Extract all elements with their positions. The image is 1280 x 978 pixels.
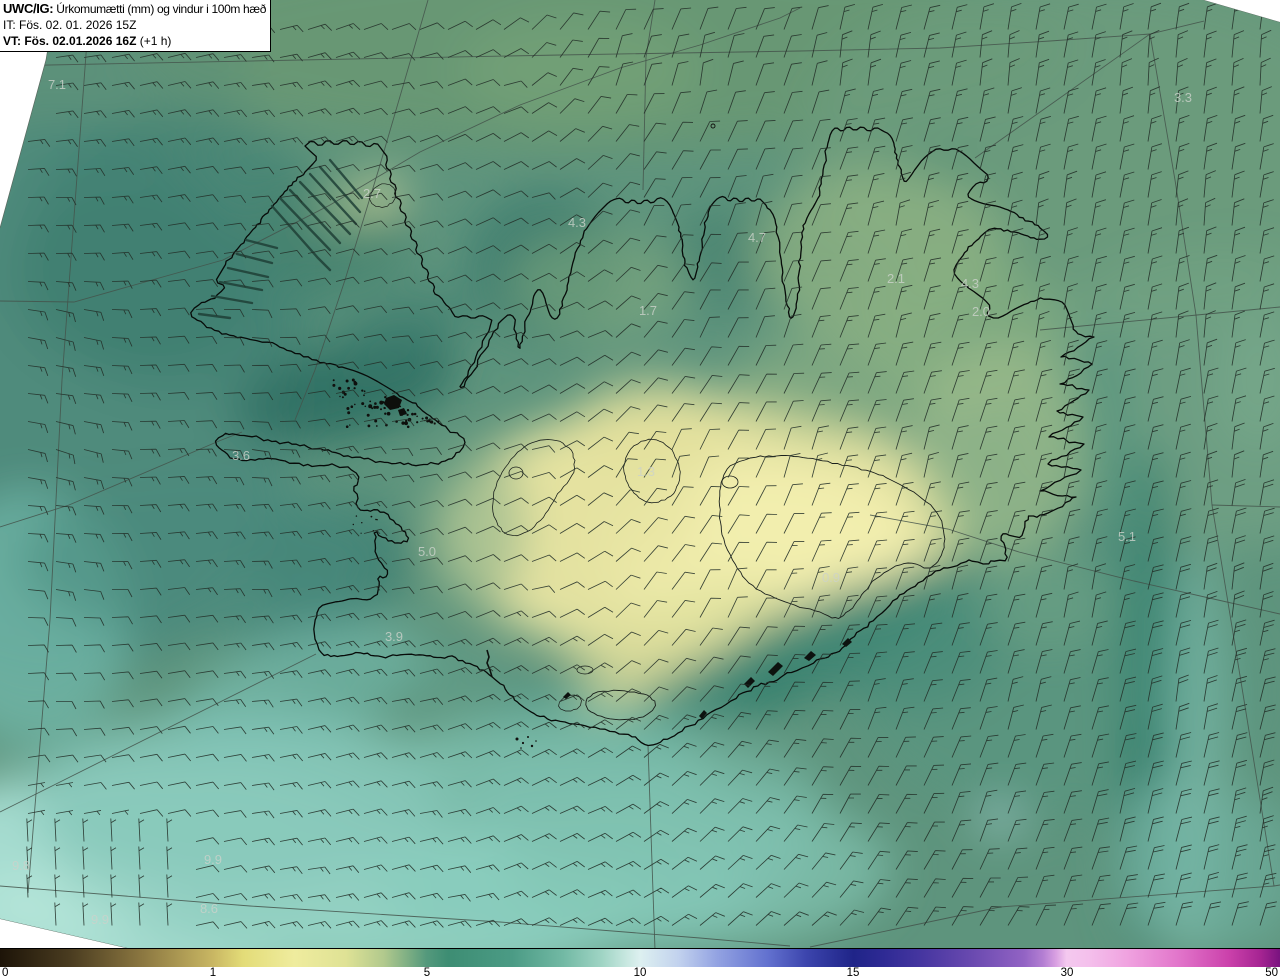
svg-text:3.9: 3.9 [385, 629, 403, 644]
svg-text:5: 5 [424, 967, 430, 978]
svg-text:9.9: 9.9 [204, 852, 222, 867]
svg-text:0.9: 0.9 [822, 570, 840, 585]
svg-text:50: 50 [1265, 967, 1278, 978]
svg-text:5.0: 5.0 [418, 544, 436, 559]
svg-text:1: 1 [210, 967, 216, 978]
svg-text:9.9: 9.9 [91, 912, 109, 927]
svg-text:8.6: 8.6 [200, 901, 218, 916]
svg-text:2.0: 2.0 [972, 304, 990, 319]
svg-text:0: 0 [2, 967, 8, 978]
svg-text:5.1: 5.1 [1118, 529, 1136, 544]
svg-text:3.6: 3.6 [232, 448, 250, 463]
svg-text:2.7: 2.7 [363, 186, 381, 201]
svg-text:1.3: 1.3 [637, 464, 655, 479]
svg-text:9.8: 9.8 [12, 858, 30, 873]
svg-text:7.1: 7.1 [48, 77, 66, 92]
svg-text:2.1: 2.1 [887, 271, 905, 286]
svg-text:30: 30 [1061, 967, 1074, 978]
svg-text:3.3: 3.3 [1174, 90, 1192, 105]
svg-text:10: 10 [634, 967, 647, 978]
svg-text:4.7: 4.7 [748, 230, 766, 245]
svg-text:4.3: 4.3 [568, 215, 586, 230]
svg-text:4.3: 4.3 [961, 276, 979, 291]
svg-text:15: 15 [847, 967, 860, 978]
svg-text:1.7: 1.7 [639, 303, 657, 318]
